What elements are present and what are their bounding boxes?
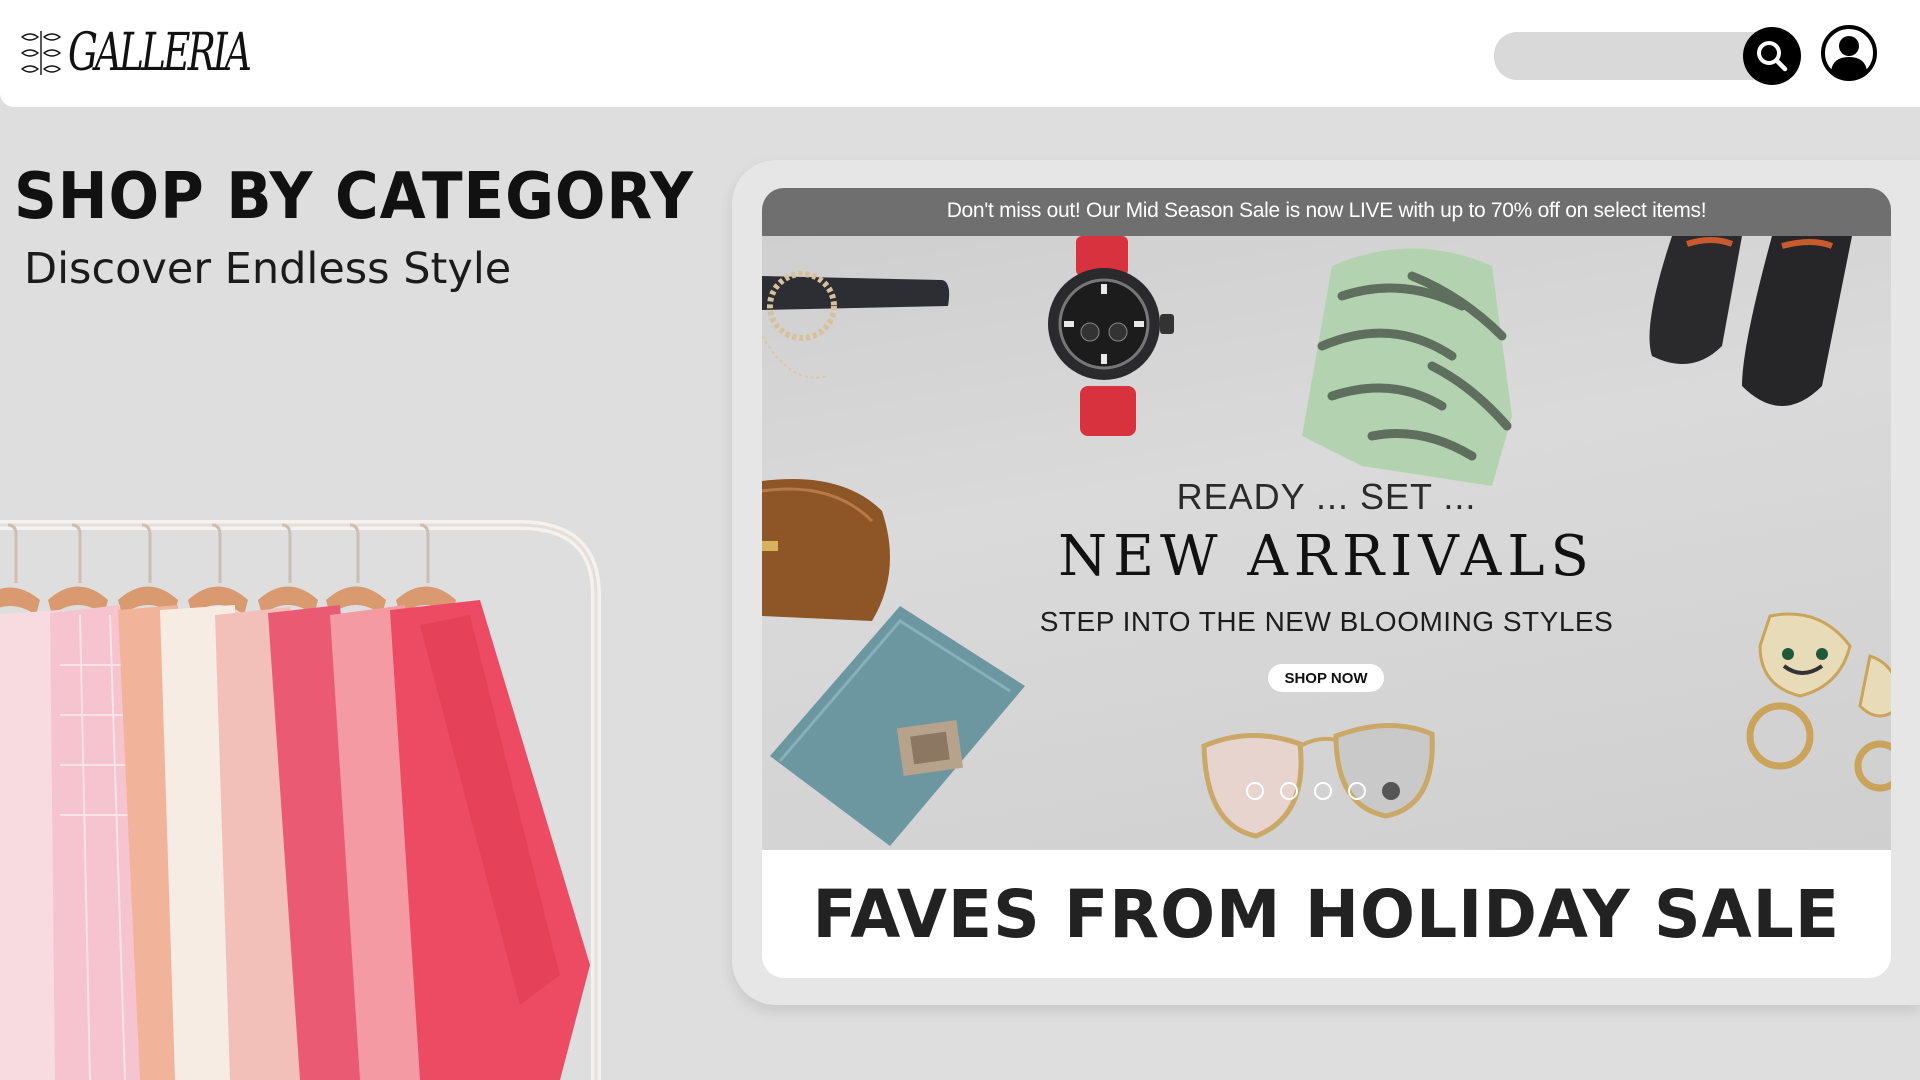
category-subtitle: Discover Endless Style (24, 244, 512, 294)
carousel-dot-3[interactable] (1314, 782, 1332, 800)
promo-announcement: Don't miss out! Our Mid Season Sale is n… (762, 188, 1891, 236)
carousel-dot-1[interactable] (1246, 782, 1264, 800)
sunglasses-product-image[interactable] (1200, 706, 1440, 846)
shop-now-button[interactable]: SHOP NOW (1268, 664, 1384, 692)
new-arrivals-headline: NEW ARRIVALS (1058, 524, 1595, 589)
faves-title: FAVES FROM HOLIDAY SALE (812, 875, 1841, 953)
watch-product-image[interactable] (1040, 236, 1180, 436)
galleria-logo[interactable]: GALLERIA (18, 20, 319, 86)
search-input[interactable] (1494, 32, 1778, 80)
carousel-dot-5[interactable] (1382, 782, 1400, 800)
clothing-rack-image[interactable] (0, 505, 620, 1080)
new-arrivals-hero[interactable]: READY ... SET ... NEW ARRIVALS STEP INTO… (762, 236, 1891, 850)
carousel-dot-2[interactable] (1280, 782, 1298, 800)
faves-section[interactable]: FAVES FROM HOLIDAY SALE (762, 850, 1891, 978)
logo-monogram-icon (20, 31, 62, 75)
ready-set-text: READY ... SET ... (1176, 476, 1477, 517)
loafers-product-image[interactable] (1632, 236, 1862, 436)
account-button[interactable] (1820, 24, 1878, 82)
search-icon (1757, 41, 1788, 72)
zebra-sweater-product-image[interactable] (1302, 236, 1532, 486)
user-account-icon (1821, 25, 1877, 81)
category-title: SHOP BY CATEGORY (14, 160, 694, 234)
logo-wordmark: GALLERIA (68, 23, 252, 83)
carousel-dot-4[interactable] (1348, 782, 1366, 800)
promo-banner[interactable]: Don't miss out! Our Mid Season Sale is n… (762, 188, 1891, 978)
carousel-dots (1246, 782, 1400, 800)
wallet-product-image[interactable] (770, 606, 1040, 846)
new-arrivals-tagline: STEP INTO THE NEW BLOOMING STYLES (1039, 606, 1614, 637)
search-button[interactable] (1743, 27, 1801, 85)
belt-product-image[interactable] (762, 266, 952, 396)
top-header: GALLERIA (0, 0, 1920, 107)
